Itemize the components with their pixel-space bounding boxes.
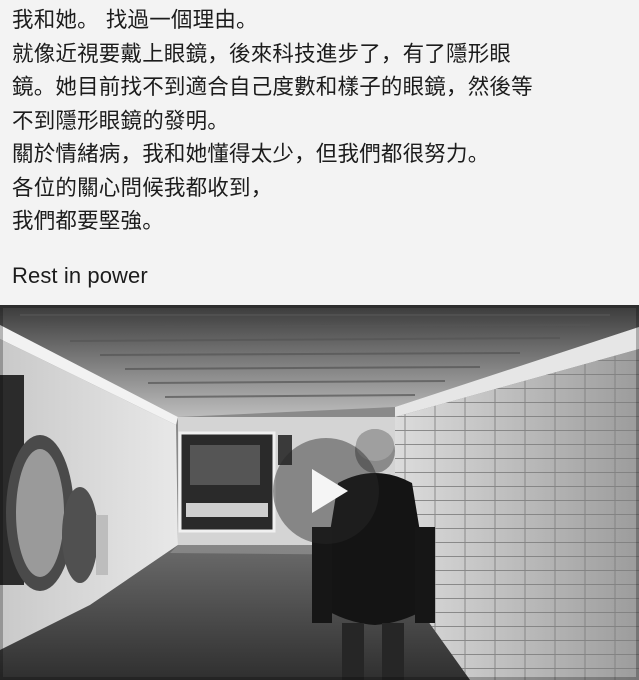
post-text: 我和她。 找過一個理由。 就像近視要戴上眼鏡，後來科技進步了，有了隱形眼 鏡。她… <box>12 4 632 293</box>
post-footer: Rest in power <box>12 262 148 288</box>
post-line-7: 我們都要堅強。 <box>12 209 164 234</box>
post-page: 我和她。 找過一個理由。 就像近視要戴上眼鏡，後來科技進步了，有了隱形眼 鏡。她… <box>0 0 639 680</box>
post-line-2: 就像近視要戴上眼鏡，後來科技進步了，有了隱形眼 <box>12 41 512 67</box>
video-player[interactable] <box>0 305 639 680</box>
post-line-4: 不到隱形眼鏡的發明。 <box>12 108 230 134</box>
play-button[interactable] <box>273 438 379 544</box>
post-line-5: 關於情緒病，我和她懂得太少，但我們都很努力。 <box>12 142 490 167</box>
post-line-6: 各位的關心問候我都收到， <box>12 175 273 201</box>
play-icon <box>312 469 348 513</box>
post-line-1: 我和她。 找過一個理由。 <box>12 8 258 33</box>
post-line-3: 鏡。她目前找不到適合自己度數和樣子的眼鏡，然後等 <box>12 75 533 100</box>
